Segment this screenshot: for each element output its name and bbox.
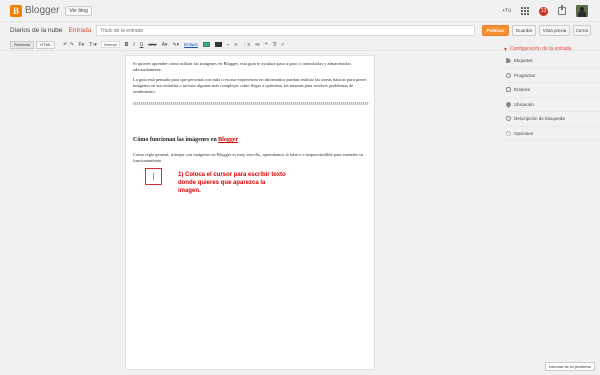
compose-mode-button[interactable]: Redactar xyxy=(10,40,35,49)
post-title-row: Diarios de la nube · Entrada Publicar Gu… xyxy=(0,22,600,39)
apps-grid-icon[interactable] xyxy=(521,7,529,15)
strikethrough-button[interactable]: ABC xyxy=(148,42,156,47)
tag-icon xyxy=(506,58,511,64)
blog-name: Diarios de la nube xyxy=(10,27,63,34)
blogger-logo-icon[interactable]: B xyxy=(10,4,22,17)
editor-paragraph-1: Si quieres aprender cómo utilizar las im… xyxy=(133,61,351,72)
highlight-color-icon[interactable]: ✎▾ xyxy=(172,42,179,48)
instruction-note: 1) Coloca el cursor para escribir texto … xyxy=(178,172,286,194)
bold-button[interactable]: B xyxy=(125,42,129,48)
sidebar-item-options[interactable]: Opciones xyxy=(506,127,600,141)
title-separator: · xyxy=(64,27,67,34)
avatar[interactable] xyxy=(576,5,588,17)
heading-keyword-link[interactable]: Blogger xyxy=(218,137,238,143)
sidebar-item-search-description[interactable]: Descripción de búsqueda xyxy=(506,112,600,127)
post-title-input[interactable] xyxy=(96,25,475,36)
text-color-icon[interactable]: A▾ xyxy=(162,42,168,48)
post-settings-header[interactable]: ▾ Configuración de la entrada xyxy=(504,44,600,54)
editor-paragraph-3: Como regla general, trabajar con imágene… xyxy=(133,152,364,163)
bulleted-list-icon[interactable]: •≡ xyxy=(255,42,260,48)
clock-icon xyxy=(506,72,511,78)
divider xyxy=(133,102,369,105)
sidebar-item-labels[interactable]: Etiquetas xyxy=(506,54,600,69)
text-size-icon[interactable]: T T ▾ xyxy=(89,42,97,48)
save-button[interactable]: Guardar xyxy=(512,25,536,36)
app-name[interactable]: Blogger xyxy=(25,5,59,16)
sidebar-item-schedule[interactable]: Programar xyxy=(506,69,600,83)
underline-button[interactable]: U xyxy=(140,42,144,48)
link-icon xyxy=(506,87,511,93)
cursor-placeholder-image[interactable] xyxy=(145,168,162,185)
close-button[interactable]: Cerrar xyxy=(573,25,591,36)
preview-button[interactable]: Vista previa xyxy=(539,25,570,36)
report-problem-button[interactable]: Informar de un problema xyxy=(545,362,595,371)
location-pin-icon xyxy=(504,100,513,108)
post-settings-sidebar: ▾ Configuración de la entrada Etiquetas P… xyxy=(500,44,600,141)
notification-count-badge[interactable]: 13 xyxy=(539,6,548,16)
font-family-icon[interactable]: F▾ xyxy=(79,42,85,48)
gear-icon xyxy=(506,130,511,136)
sidebar-item-location[interactable]: Ubicación xyxy=(504,98,600,112)
top-bar: B Blogger Ver blog +Tú 13 xyxy=(0,0,600,22)
search-icon xyxy=(506,116,511,122)
insert-link-button[interactable]: Enlace xyxy=(184,42,198,47)
spellcheck-icon[interactable]: ✓ xyxy=(281,42,285,48)
sidebar-item-links[interactable]: Enlaces xyxy=(506,83,600,98)
section-label: Entrada xyxy=(68,27,92,34)
clear-format-icon[interactable]: T̸ xyxy=(273,42,276,48)
numbered-list-icon[interactable]: ⋮≡ xyxy=(242,42,250,48)
plus-profile-link[interactable]: +Tú xyxy=(502,8,511,14)
insert-jump-break-icon[interactable]: ⎯ xyxy=(227,42,230,48)
publish-button[interactable]: Publicar xyxy=(482,25,509,36)
editor-paragraph-2: La guía está pensada para que personas c… xyxy=(133,77,367,94)
view-blog-button[interactable]: Ver blog xyxy=(65,5,92,16)
insert-image-icon[interactable] xyxy=(202,42,210,47)
insert-video-icon[interactable] xyxy=(214,42,222,47)
share-icon[interactable] xyxy=(558,5,566,15)
format-select[interactable]: Normal xyxy=(100,41,120,48)
redo-icon[interactable]: ↷ xyxy=(69,42,73,48)
account-area: +Tú 13 xyxy=(502,5,588,17)
align-icon[interactable]: ≡ xyxy=(234,42,237,48)
post-editor[interactable]: Si quieres aprender cómo utilizar las im… xyxy=(125,55,375,370)
undo-icon[interactable]: ↶ xyxy=(63,42,67,48)
html-mode-button[interactable]: HTML xyxy=(36,40,56,49)
italic-button[interactable]: I xyxy=(133,42,134,48)
quote-icon[interactable]: ❝ xyxy=(265,42,268,48)
editor-heading: Cómo funcionan las imágenes en Blogger xyxy=(133,137,239,143)
